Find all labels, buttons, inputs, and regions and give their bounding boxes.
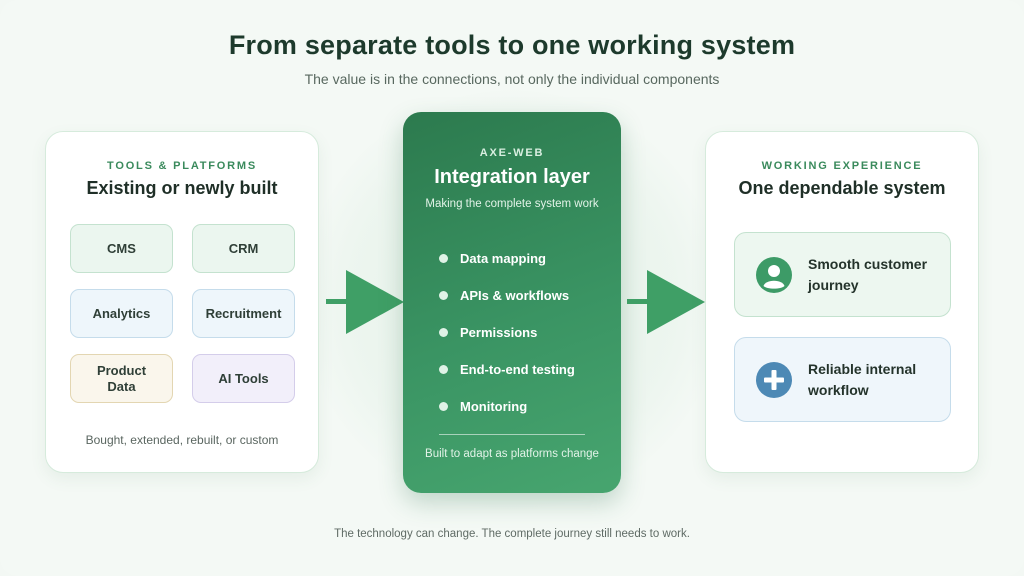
bullet-icon	[439, 402, 448, 411]
arrow-right-icon	[326, 270, 404, 334]
outcome-label: Reliable internal workflow	[808, 359, 916, 401]
tools-footnote: Bought, extended, rebuilt, or custom	[85, 433, 279, 447]
outcome-line: Smooth customer	[808, 255, 928, 272]
integration-title: Integration layer	[434, 166, 590, 188]
bullet-icon	[439, 254, 448, 263]
tool-recruitment: Recruitment	[192, 289, 295, 338]
bullet-icon	[439, 291, 448, 300]
experience-heading: One dependable system	[738, 178, 946, 198]
person-icon	[756, 256, 792, 293]
page-title: From separate tools to one working syste…	[228, 30, 796, 60]
integration-divider	[439, 434, 585, 435]
outcome-line: workflow	[808, 381, 869, 398]
diagram-canvas: From separate tools to one working syste…	[0, 0, 1024, 576]
outcome-label: Smooth customer journey	[808, 254, 927, 296]
bullet-icon	[439, 328, 448, 337]
tool-analytics: Analytics	[70, 289, 173, 338]
integration-subtitle: Making the complete system work	[425, 198, 599, 210]
tool-cms: CMS	[70, 224, 173, 273]
integration-eyebrow: AXE-WEB	[479, 147, 545, 159]
tools-card: TOOLS & PLATFORMS Existing or newly buil…	[45, 131, 319, 473]
experience-eyebrow: WORKING EXPERIENCE	[761, 160, 923, 172]
outcome-line: Reliable internal	[808, 360, 917, 377]
list-item: Monitoring	[439, 388, 609, 425]
outcome-line: journey	[808, 276, 859, 293]
list-item: End-to-end testing	[439, 351, 609, 388]
experience-card: WORKING EXPERIENCE One dependable system…	[705, 131, 979, 473]
bottom-note: The technology can change. The complete …	[334, 528, 690, 540]
integration-card: AXE-WEB Integration layer Making the com…	[403, 112, 621, 493]
tools-eyebrow: TOOLS & PLATFORMS	[107, 160, 257, 172]
list-item-label: End-to-end testing	[460, 362, 575, 377]
tool-product-data: Product Data	[70, 354, 173, 403]
tools-heading: Existing or newly built	[86, 178, 278, 198]
list-item-label: APIs & workflows	[460, 288, 570, 303]
bullet-icon	[439, 365, 448, 374]
list-item: Data mapping	[439, 240, 609, 277]
list-item: APIs & workflows	[439, 277, 609, 314]
integration-footnote: Built to adapt as platforms change	[425, 448, 599, 460]
list-item-label: Data mapping	[460, 251, 546, 266]
tool-ai-tools: AI Tools	[192, 354, 295, 403]
plus-icon	[756, 361, 792, 398]
list-item-label: Monitoring	[460, 399, 528, 414]
integration-list: Data mapping APIs & workflows Permission…	[439, 240, 609, 425]
page-subtitle: The value is in the connections, not onl…	[304, 71, 720, 87]
tool-crm: CRM	[192, 224, 295, 273]
outcome-customer-journey: Smooth customer journey	[734, 232, 951, 317]
outcome-internal-workflow: Reliable internal workflow	[734, 337, 951, 422]
list-item: Permissions	[439, 314, 609, 351]
list-item-label: Permissions	[460, 325, 538, 340]
arrow-right-icon	[627, 270, 705, 334]
